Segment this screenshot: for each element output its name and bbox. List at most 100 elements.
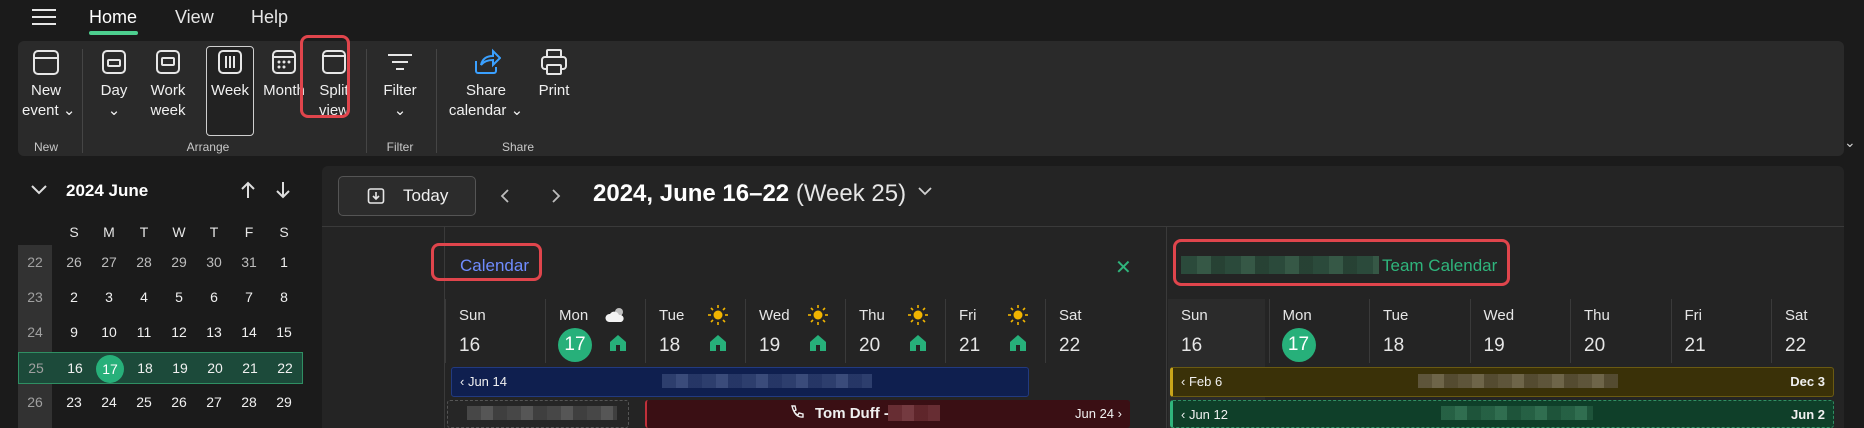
week-number[interactable]: 22 xyxy=(18,254,52,270)
week-view-button[interactable]: Week xyxy=(206,47,254,101)
close-split-pane-icon[interactable]: ✕ xyxy=(1115,255,1132,280)
day-view-button[interactable]: Day ⌄ xyxy=(94,47,134,121)
mini-calendar-day[interactable]: 29 xyxy=(164,254,194,270)
work-week-button[interactable]: Work week xyxy=(146,47,190,121)
mini-calendar-day[interactable]: 25 xyxy=(129,394,159,410)
sun-icon[interactable] xyxy=(907,304,929,331)
date-number: 19 xyxy=(1483,335,1505,356)
day-of-week-header: M xyxy=(103,224,115,240)
filter-button[interactable]: Filter ⌄ xyxy=(378,47,422,121)
sun-icon[interactable] xyxy=(807,304,829,331)
week-number[interactable]: 25 xyxy=(19,360,53,376)
mini-calendar-day[interactable]: 15 xyxy=(269,324,299,340)
mini-calendar-day[interactable]: 5 xyxy=(164,289,194,305)
mini-calendar-day[interactable]: 22 xyxy=(270,360,300,376)
mini-calendar-day[interactable]: 8 xyxy=(269,289,299,305)
next-week-icon[interactable] xyxy=(551,188,561,204)
mini-calendar-day[interactable]: 26 xyxy=(59,254,89,270)
mini-calendar-day[interactable]: 10 xyxy=(94,324,124,340)
day-chevron: ⌄ xyxy=(107,102,121,119)
mini-calendar-day[interactable]: 23 xyxy=(59,394,89,410)
menu-view[interactable]: View xyxy=(175,7,214,28)
mini-calendar-day[interactable]: 16 xyxy=(60,360,90,376)
mini-calendar-day[interactable]: 28 xyxy=(234,394,264,410)
mini-calendar-week-row: 24 9 10 11 12 13 14 15 xyxy=(18,317,303,349)
previous-week-icon[interactable] xyxy=(500,188,510,204)
mini-calendar-day[interactable]: 26 xyxy=(164,394,194,410)
day-header-thu[interactable]: Thu 20 xyxy=(1570,299,1671,363)
day-header-fri[interactable]: Fri 21 xyxy=(945,299,1045,363)
day-header-mon[interactable]: Mon 17 xyxy=(1268,299,1370,363)
mini-calendar-week-row: 26 23 24 25 26 27 28 29 xyxy=(18,387,303,419)
mini-calendar-day[interactable]: 19 xyxy=(165,360,195,376)
mini-calendar-day[interactable]: 7 xyxy=(234,289,264,305)
day-header-sun[interactable]: Sun 16 xyxy=(1168,299,1269,363)
day-header-wed[interactable]: Wed 19 xyxy=(1469,299,1571,363)
group-label-filter: Filter xyxy=(386,140,414,154)
share-calendar-button[interactable]: Share calendar ⌄ xyxy=(448,47,524,121)
menu-home[interactable]: Home xyxy=(89,7,137,28)
new-event-button[interactable]: New event ⌄ xyxy=(22,47,76,121)
date-picker-chevron-icon[interactable] xyxy=(917,186,933,196)
mini-calendar-today[interactable]: 17 xyxy=(96,355,124,383)
day-name: Thu xyxy=(1584,307,1610,324)
mini-calendar-day[interactable]: 27 xyxy=(199,394,229,410)
new-event-label-2: event ⌄ xyxy=(22,102,76,119)
menu-help[interactable]: Help xyxy=(251,7,288,28)
mini-calendar-day[interactable]: 20 xyxy=(200,360,230,376)
day-header-fri[interactable]: Fri 21 xyxy=(1670,299,1772,363)
mini-calendar-day[interactable]: 29 xyxy=(269,394,299,410)
week-number[interactable]: 23 xyxy=(18,289,52,305)
mini-calendar-day[interactable]: 1 xyxy=(269,254,299,270)
ribbon-collapse-icon[interactable]: ⌄ xyxy=(1844,134,1856,151)
date-range-title[interactable]: 2024, June 16–22 (Week 25) xyxy=(593,180,906,208)
mini-calendar-day[interactable]: 21 xyxy=(235,360,265,376)
date-number: 22 xyxy=(1059,335,1081,356)
day-header-mon[interactable]: Mon 17 xyxy=(545,299,645,363)
mini-calendar-day[interactable]: 27 xyxy=(94,254,124,270)
mini-calendar-day[interactable]: 4 xyxy=(129,289,159,305)
mini-calendar-day[interactable]: 18 xyxy=(130,360,160,376)
mini-calendar-day[interactable]: 28 xyxy=(129,254,159,270)
mini-calendar-day[interactable]: 9 xyxy=(59,324,89,340)
hamburger-menu-icon[interactable] xyxy=(32,9,56,27)
day-header-tue[interactable]: Tue 18 xyxy=(645,299,745,363)
day-label: Day xyxy=(100,82,128,99)
active-tab-indicator xyxy=(89,31,138,35)
day-header-wed[interactable]: Wed 19 xyxy=(745,299,845,363)
next-month-icon[interactable] xyxy=(275,181,291,199)
day-header-sun[interactable]: Sun 16 xyxy=(445,299,545,363)
mini-calendar-day[interactable]: 2 xyxy=(59,289,89,305)
previous-month-icon[interactable] xyxy=(240,181,256,199)
mini-calendar-day[interactable]: 13 xyxy=(199,324,229,340)
collapse-chevron-icon[interactable] xyxy=(30,184,48,196)
mini-calendar-day[interactable]: 31 xyxy=(234,254,264,270)
week-number[interactable]: 26 xyxy=(18,394,52,410)
mini-calendar-day[interactable]: 24 xyxy=(94,394,124,410)
print-button[interactable]: Print xyxy=(532,47,576,101)
share-label-2: calendar ⌄ xyxy=(448,102,524,119)
phone-icon xyxy=(791,405,804,418)
printer-icon xyxy=(541,49,567,75)
mini-calendar-day[interactable]: 11 xyxy=(129,324,159,340)
mini-calendar-day[interactable]: 3 xyxy=(94,289,124,305)
day-header-thu[interactable]: Thu 20 xyxy=(845,299,945,363)
day-header-tue[interactable]: Tue 18 xyxy=(1369,299,1470,363)
sun-icon[interactable] xyxy=(707,304,729,331)
event-end-date: Dec 3 xyxy=(1790,374,1825,389)
chevron-right-icon: › xyxy=(1114,406,1122,421)
mini-calendar-day[interactable]: 6 xyxy=(199,289,229,305)
day-name: Tue xyxy=(1383,307,1409,324)
day-header-sat[interactable]: Sat 22 xyxy=(1771,299,1864,363)
day-header-sat[interactable]: Sat 22 xyxy=(1045,299,1145,363)
month-view-icon xyxy=(272,50,296,74)
mini-calendar-day[interactable]: 30 xyxy=(199,254,229,270)
today-button[interactable]: Today xyxy=(338,176,476,216)
mini-calendar-day[interactable]: 14 xyxy=(234,324,264,340)
ribbon-toolbar: New event ⌄ New Day ⌄ Work week Week Mon… xyxy=(18,35,1844,156)
partly-cloudy-icon[interactable] xyxy=(604,304,628,331)
mini-calendar-day[interactable]: 12 xyxy=(164,324,194,340)
week-number[interactable]: 24 xyxy=(18,324,52,340)
sun-icon[interactable] xyxy=(1007,304,1029,331)
date-number: 22 xyxy=(1785,335,1807,356)
